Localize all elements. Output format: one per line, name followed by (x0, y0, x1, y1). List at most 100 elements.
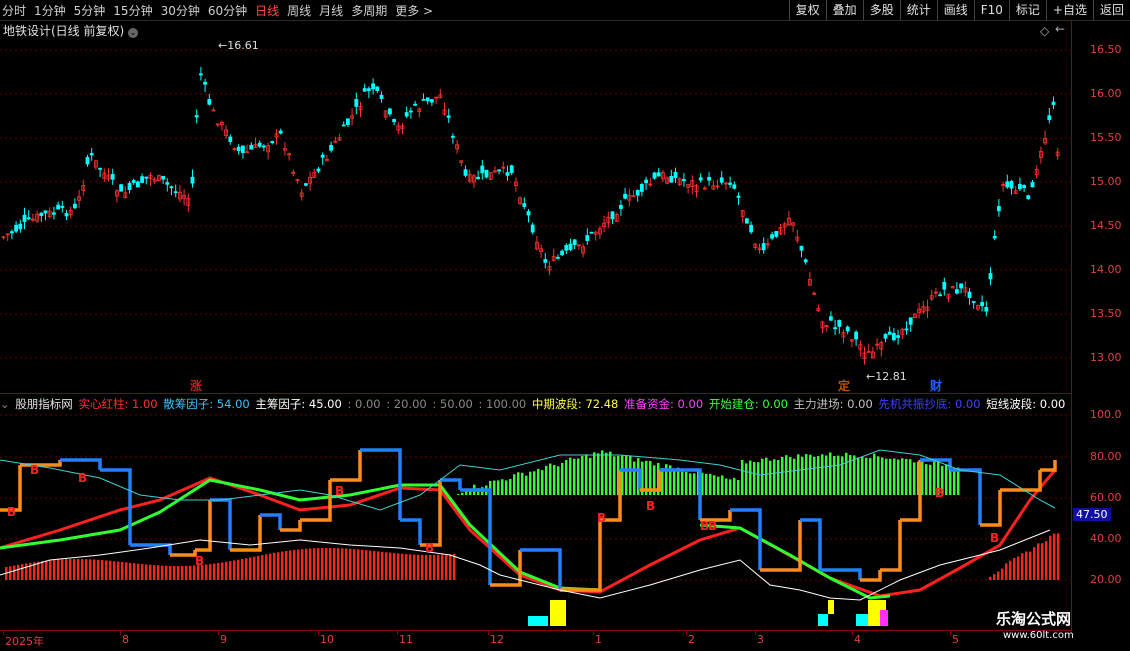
candle-body (303, 183, 308, 186)
candle-body (329, 144, 334, 151)
volume-bar (105, 560, 108, 580)
candle-body (568, 243, 573, 251)
candle-body (698, 177, 703, 181)
volume-bar (169, 565, 172, 580)
volume-bar (129, 562, 132, 580)
candle-body (497, 169, 502, 172)
volume-bar (261, 555, 264, 580)
signal-block (550, 600, 566, 626)
volume-bar (53, 559, 56, 580)
signal-block (856, 614, 868, 626)
energy-bar (629, 455, 632, 495)
energy-bar (833, 456, 836, 495)
candle-body (560, 250, 564, 256)
signal-block (828, 600, 834, 614)
candle-body (73, 203, 77, 209)
volume-bar (69, 559, 72, 580)
energy-bar (505, 480, 508, 495)
energy-bar (585, 454, 588, 495)
energy-bar (517, 472, 520, 495)
candle-body (60, 205, 65, 208)
volume-bar (993, 574, 996, 580)
volume-bar (281, 551, 284, 580)
energy-bar (493, 480, 496, 495)
date-tick-9: 4 (854, 633, 861, 646)
energy-bar (829, 452, 832, 495)
energy-bar (529, 471, 532, 495)
step-line-segment (280, 520, 302, 532)
candle-body (203, 81, 208, 85)
candle-body (161, 175, 166, 180)
volume-bar (453, 553, 456, 580)
volume-bar (289, 550, 292, 580)
volume-bar (25, 563, 28, 580)
volume-bar (429, 554, 432, 580)
volume-bar (305, 548, 308, 580)
candle-body (761, 243, 766, 251)
chart-canvas: ←16.61←12.81涨定财BBBBBBBBBBBB (0, 39, 1072, 626)
volume-bar (217, 563, 220, 580)
volume-bar (237, 559, 240, 580)
candle-body (774, 231, 779, 237)
candle-body (732, 184, 737, 189)
volume-bar (245, 558, 248, 580)
buy-marker: B (990, 531, 999, 545)
step-line-segment (1040, 460, 1057, 472)
indicator-current-value: 47.50 (1073, 508, 1111, 521)
volume-bar (377, 551, 380, 580)
candle-body (997, 206, 1001, 212)
buy-marker: B (7, 505, 16, 519)
candle-body (140, 176, 145, 183)
energy-bar (805, 454, 808, 495)
buy-marker: B (195, 554, 204, 568)
energy-bar (461, 492, 464, 495)
energy-bar (509, 479, 512, 495)
candle-body (408, 110, 413, 113)
volume-bar (9, 566, 12, 580)
candle-body (127, 182, 132, 191)
energy-bar (581, 455, 584, 495)
candle-body (450, 135, 455, 138)
candle-body (656, 172, 661, 177)
candle-body (56, 204, 60, 210)
volume-bar (17, 564, 20, 580)
volume-bar (73, 558, 76, 580)
candle-body (505, 172, 510, 176)
volume-bar (161, 565, 164, 580)
candle-body (719, 177, 724, 183)
volume-bar (417, 554, 420, 580)
energy-bar (537, 468, 540, 495)
energy-bar (825, 455, 828, 495)
candle-body (413, 103, 418, 106)
volume-bar (221, 562, 224, 580)
volume-bar (1025, 551, 1028, 580)
candle-body (476, 176, 481, 180)
candle-body (18, 223, 23, 230)
price-tick-4: 14.50 (1090, 219, 1122, 232)
candle-body (1051, 101, 1056, 105)
candle-body (585, 235, 590, 241)
candle-body (980, 301, 984, 307)
volume-bar (445, 554, 448, 580)
energy-bar (817, 456, 820, 495)
candle-body (119, 184, 123, 192)
energy-bar (541, 470, 544, 495)
energy-bar (741, 459, 744, 495)
energy-bar (957, 467, 960, 495)
candle-body (110, 174, 115, 180)
energy-bar (773, 459, 776, 495)
candle-body (1026, 195, 1031, 200)
candle-body (387, 108, 392, 115)
volume-bar (441, 554, 444, 580)
volume-bar (381, 551, 384, 580)
energy-bar (457, 493, 460, 495)
volume-bar (337, 548, 340, 580)
volume-bar (157, 565, 160, 580)
candle-body (967, 291, 972, 299)
energy-bar (853, 455, 856, 495)
energy-bar (925, 464, 928, 495)
energy-bar (797, 454, 800, 495)
step-line-segment (460, 488, 492, 585)
volume-bar (253, 556, 256, 580)
buy-marker: B (646, 499, 655, 513)
